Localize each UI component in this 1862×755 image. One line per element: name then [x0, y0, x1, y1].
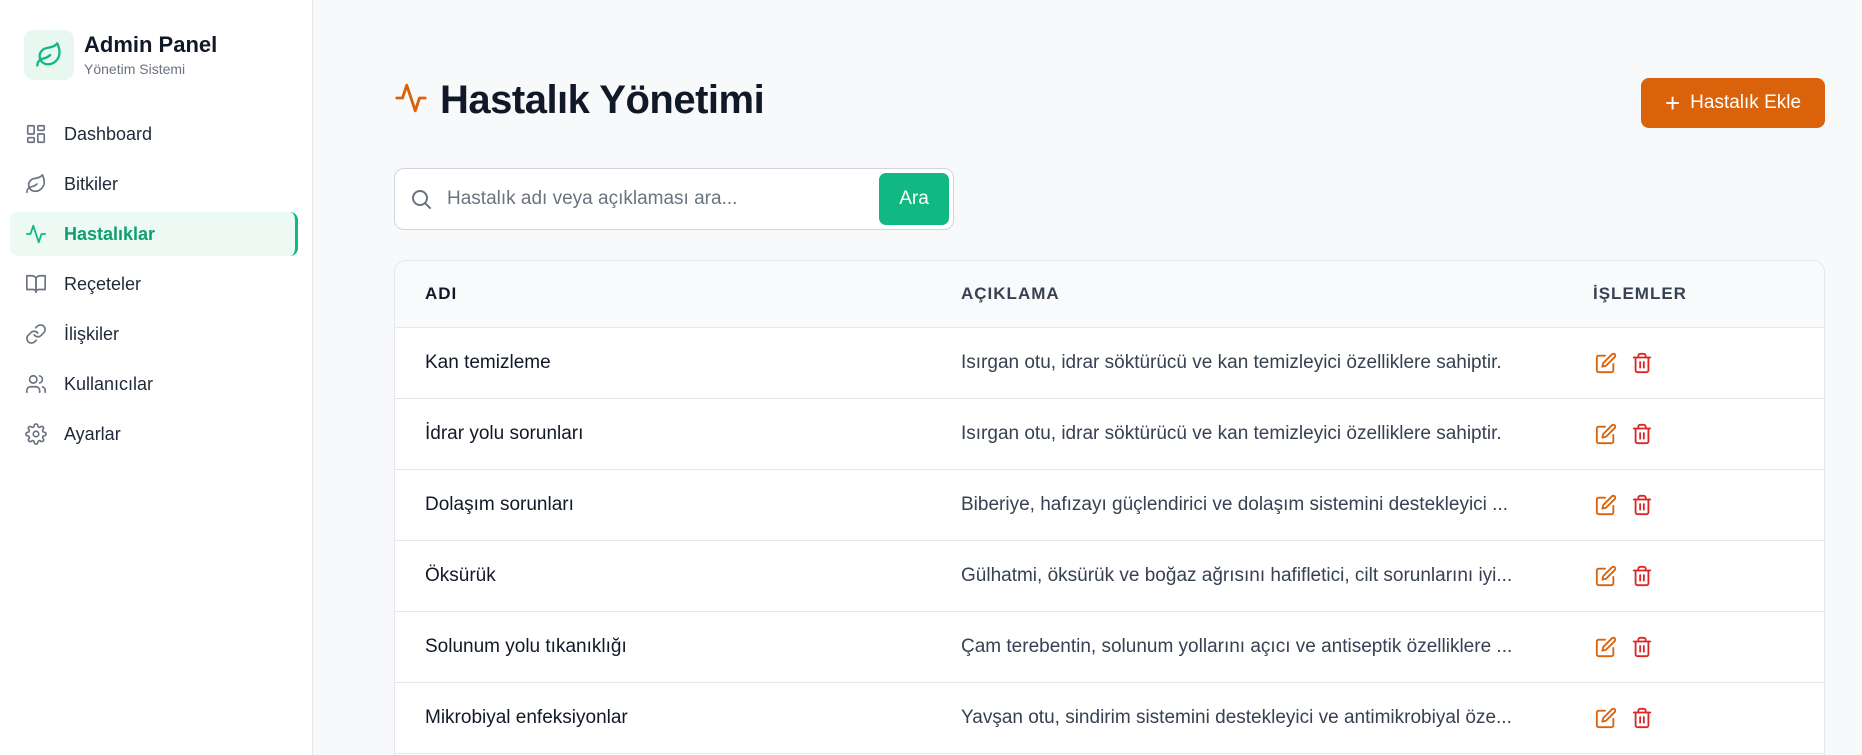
grid-icon: [24, 122, 48, 146]
table-row: Kan temizleme Isırgan otu, idrar söktürü…: [395, 328, 1824, 399]
table-row: Mikrobiyal enfeksiyonlar Yavşan otu, sin…: [395, 683, 1824, 754]
page-title: Hastalık Yönetimi: [440, 78, 765, 122]
table-header: ADI AÇIKLAMA İŞLEMLER: [395, 261, 1824, 328]
edit-icon[interactable]: [1593, 563, 1619, 589]
sidebar-item-ayarlar[interactable]: Ayarlar: [10, 412, 298, 456]
sidebar-item-dashboard[interactable]: Dashboard: [10, 112, 298, 156]
sidebar-item-kullanicilar[interactable]: Kullanıcılar: [10, 362, 298, 406]
search-bar: Ara: [394, 168, 954, 230]
disease-name: Dolaşım sorunları: [425, 494, 574, 515]
disease-description: Biberiye, hafızayı güçlendirici ve dolaş…: [961, 494, 1509, 515]
users-icon: [24, 372, 48, 396]
disease-name: Solunum yolu tıkanıklığı: [425, 636, 627, 657]
search-button[interactable]: Ara: [879, 173, 949, 225]
add-disease-label: Hastalık Ekle: [1690, 92, 1802, 113]
sidebar-item-label: Bitkiler: [64, 173, 119, 194]
main-content: Hastalık Yönetimi + Hastalık Ekle Ara AD…: [313, 0, 1862, 755]
column-header-actions: İŞLEMLER: [1593, 284, 1687, 303]
brand: Admin Panel Yönetim Sistemi: [24, 30, 217, 80]
row-actions: [1589, 705, 1655, 731]
plus-icon: +: [1664, 88, 1681, 118]
trash-icon[interactable]: [1629, 421, 1655, 447]
activity-icon: [394, 81, 428, 120]
gear-icon: [24, 422, 48, 446]
sidebar-item-label: Dashboard: [64, 123, 153, 144]
trash-icon[interactable]: [1629, 634, 1655, 660]
disease-description: Isırgan otu, idrar söktürücü ve kan temi…: [961, 423, 1502, 444]
table-row: Solunum yolu tıkanıklığı Çam terebentin,…: [395, 612, 1824, 683]
disease-name: İdrar yolu sorunları: [425, 423, 584, 444]
row-actions: [1589, 634, 1655, 660]
add-disease-button[interactable]: + Hastalık Ekle: [1641, 78, 1825, 128]
disease-name: Kan temizleme: [425, 352, 551, 373]
column-header-description: AÇIKLAMA: [961, 284, 1060, 303]
edit-icon[interactable]: [1593, 492, 1619, 518]
column-header-name: ADI: [425, 284, 458, 303]
search-input[interactable]: [447, 188, 879, 210]
activity-icon: [24, 222, 48, 246]
row-actions: [1589, 492, 1655, 518]
disease-description: Çam terebentin, solunum yollarını açıcı …: [961, 636, 1513, 657]
sidebar-item-bitkiler[interactable]: Bitkiler: [10, 162, 298, 206]
page-header: Hastalık Yönetimi: [394, 78, 765, 123]
row-actions: [1589, 350, 1655, 376]
table-row: İdrar yolu sorunları Isırgan otu, idrar …: [395, 399, 1824, 470]
leaf-icon: [24, 172, 48, 196]
trash-icon[interactable]: [1629, 350, 1655, 376]
search-icon: [409, 187, 435, 211]
link-icon: [24, 322, 48, 346]
brand-title: Admin Panel: [84, 32, 218, 57]
sidebar-nav: Dashboard Bitkiler Hastalıklar Reçeteler…: [10, 112, 298, 462]
edit-icon[interactable]: [1593, 421, 1619, 447]
trash-icon[interactable]: [1629, 563, 1655, 589]
table-row: Öksürük Gülhatmi, öksürük ve boğaz ağrıs…: [395, 541, 1824, 612]
row-actions: [1589, 421, 1655, 447]
table-body: Kan temizleme Isırgan otu, idrar söktürü…: [395, 328, 1824, 754]
sidebar-item-label: Kullanıcılar: [64, 373, 154, 394]
disease-description: Isırgan otu, idrar söktürücü ve kan temi…: [961, 352, 1502, 373]
edit-icon[interactable]: [1593, 350, 1619, 376]
sidebar-item-label: Ayarlar: [64, 423, 121, 444]
diseases-table: ADI AÇIKLAMA İŞLEMLER Kan temizleme Isır…: [394, 260, 1825, 755]
disease-description: Gülhatmi, öksürük ve boğaz ağrısını hafi…: [961, 565, 1513, 586]
edit-icon[interactable]: [1593, 705, 1619, 731]
sidebar-item-iliskiler[interactable]: İlişkiler: [10, 312, 298, 356]
trash-icon[interactable]: [1629, 492, 1655, 518]
sidebar: Admin Panel Yönetim Sistemi Dashboard Bi…: [0, 0, 313, 755]
disease-name: Mikrobiyal enfeksiyonlar: [425, 707, 628, 728]
leaf-icon: [24, 30, 74, 80]
disease-description: Yavşan otu, sindirim sistemini destekley…: [961, 707, 1512, 728]
brand-subtitle: Yönetim Sistemi: [84, 61, 186, 77]
table-row: Dolaşım sorunları Biberiye, hafızayı güç…: [395, 470, 1824, 541]
sidebar-item-label: Reçeteler: [64, 273, 142, 294]
sidebar-item-label: İlişkiler: [64, 323, 120, 344]
disease-name: Öksürük: [425, 565, 496, 586]
book-icon: [24, 272, 48, 296]
sidebar-item-receteler[interactable]: Reçeteler: [10, 262, 298, 306]
sidebar-item-hastaliklar[interactable]: Hastalıklar: [10, 212, 298, 256]
row-actions: [1589, 563, 1655, 589]
edit-icon[interactable]: [1593, 634, 1619, 660]
sidebar-item-label: Hastalıklar: [64, 223, 156, 244]
trash-icon[interactable]: [1629, 705, 1655, 731]
